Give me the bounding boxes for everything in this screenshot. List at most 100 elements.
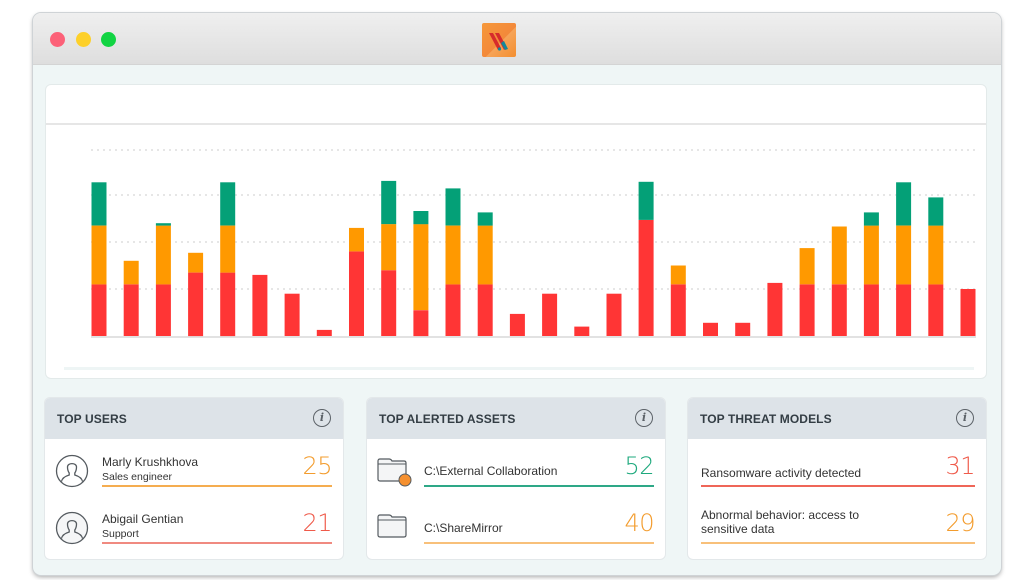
bar-segment-green-5[interactable]: [220, 182, 236, 226]
bar-segment-orange-1[interactable]: [91, 225, 107, 285]
bar-segment-red-7[interactable]: [284, 293, 300, 336]
asset-path[interactable]: C:\ShareMirror: [424, 521, 503, 535]
user-avatar-icon: [55, 511, 89, 545]
bar-segment-orange-13[interactable]: [477, 225, 493, 285]
bar-segment-green-1[interactable]: [91, 182, 107, 226]
bar-segment-red-17[interactable]: [606, 293, 622, 336]
asset-alert-count: 40: [624, 509, 654, 537]
user-row[interactable]: Abigail Gentian Support 21: [45, 504, 343, 556]
bar-segment-red-5[interactable]: [220, 272, 236, 337]
bar-segment-orange-12[interactable]: [445, 225, 461, 285]
bar-segment-red-23[interactable]: [799, 284, 815, 336]
user-row[interactable]: Marly Krushkhova Sales engineer 25: [45, 447, 343, 499]
folder-alert-icon: [377, 458, 412, 487]
user-name[interactable]: Marly Krushkhova: [102, 455, 198, 469]
info-icon[interactable]: i: [313, 409, 331, 427]
bar-segment-red-4[interactable]: [188, 272, 204, 337]
bar-segment-green-10[interactable]: [381, 180, 397, 225]
info-icon[interactable]: i: [956, 409, 974, 427]
bar-segment-red-12[interactable]: [445, 284, 461, 336]
app-window: TOP USERS i Marly Krushkhova Sales engin…: [33, 13, 1001, 575]
row-underline: [424, 542, 654, 544]
bar-segment-red-9[interactable]: [349, 251, 364, 336]
asset-path[interactable]: C:\External Collaboration: [424, 464, 557, 478]
top-alerted-assets-panel: TOP ALERTED ASSETS i C:\External Collabo…: [366, 397, 666, 560]
bar-segment-green-26[interactable]: [896, 182, 912, 226]
asset-row[interactable]: C:\ShareMirror 40: [367, 504, 665, 556]
user-role: Support: [102, 528, 139, 540]
folder-icon: [377, 514, 407, 538]
maximize-window-button[interactable]: [101, 32, 116, 47]
bar-segment-orange-27[interactable]: [928, 225, 944, 285]
panel-header: TOP ALERTED ASSETS i: [367, 398, 665, 439]
row-underline: [701, 485, 975, 487]
asset-row[interactable]: C:\External Collaboration 52: [367, 447, 665, 499]
bar-segment-orange-24[interactable]: [831, 226, 847, 285]
bar-segment-red-13[interactable]: [477, 284, 493, 336]
row-underline: [424, 485, 654, 487]
asset-alert-count: 52: [624, 452, 654, 480]
bar-segment-orange-2[interactable]: [123, 260, 139, 285]
row-underline: [701, 542, 975, 544]
bar-segment-red-8[interactable]: [316, 329, 332, 336]
alerts-stacked-bar-chart: [91, 149, 976, 338]
varonis-logo-icon: [482, 23, 516, 57]
bar-segment-green-13[interactable]: [477, 212, 493, 226]
bar-segment-orange-5[interactable]: [220, 225, 236, 273]
threat-model-name-line-2[interactable]: sensitive data: [701, 522, 774, 536]
bar-segment-red-20[interactable]: [703, 322, 718, 336]
bar-segment-orange-25[interactable]: [863, 225, 879, 285]
bar-segment-red-28[interactable]: [960, 289, 976, 336]
bar-segment-red-18[interactable]: [638, 219, 654, 336]
bar-segment-red-27[interactable]: [928, 284, 944, 336]
bar-segment-red-25[interactable]: [863, 284, 879, 336]
bar-segment-orange-3[interactable]: [155, 225, 171, 285]
user-avatar-icon: [55, 454, 89, 488]
user-alert-count: 21: [302, 509, 332, 537]
bar-segment-orange-11[interactable]: [413, 224, 429, 311]
bar-segment-orange-4[interactable]: [188, 252, 204, 273]
threat-model-row[interactable]: Abnormal behavior: access to sensitive d…: [688, 504, 986, 556]
bar-segment-red-26[interactable]: [896, 284, 912, 336]
threat-model-name-line-1[interactable]: Abnormal behavior: access to: [701, 508, 859, 522]
alerts-chart-card: [45, 84, 987, 379]
bar-segment-red-15[interactable]: [542, 293, 558, 336]
bar-segment-red-6[interactable]: [252, 274, 268, 336]
info-icon[interactable]: i: [635, 409, 653, 427]
bar-segment-red-19[interactable]: [670, 284, 686, 336]
bar-segment-green-27[interactable]: [928, 197, 944, 226]
panel-title: TOP ALERTED ASSETS: [379, 412, 516, 426]
minimize-window-button[interactable]: [76, 32, 91, 47]
bar-segment-red-14[interactable]: [509, 313, 525, 336]
bar-segment-orange-10[interactable]: [381, 224, 397, 271]
threat-model-name[interactable]: Ransomware activity detected: [701, 466, 861, 480]
bar-segment-red-11[interactable]: [413, 310, 429, 337]
threat-model-alert-count: 29: [945, 509, 975, 537]
bar-segment-red-22[interactable]: [767, 282, 783, 336]
bar-segment-orange-19[interactable]: [670, 265, 686, 285]
bar-segment-red-21[interactable]: [735, 322, 751, 336]
bar-segment-orange-26[interactable]: [896, 225, 912, 285]
title-bar: [33, 13, 1001, 65]
bar-segment-green-11[interactable]: [413, 211, 429, 225]
bar-segment-red-1[interactable]: [91, 284, 107, 336]
row-underline: [102, 542, 332, 544]
bar-segment-orange-9[interactable]: [349, 227, 364, 252]
bar-segment-green-25[interactable]: [863, 212, 879, 226]
top-threat-models-panel: TOP THREAT MODELS i Ransomware activity …: [687, 397, 987, 560]
bar-segment-green-12[interactable]: [445, 188, 461, 226]
threat-model-row[interactable]: Ransomware activity detected 31: [688, 447, 986, 499]
bar-segment-red-10[interactable]: [381, 270, 397, 336]
close-window-button[interactable]: [50, 32, 65, 47]
bar-segment-red-3[interactable]: [155, 284, 171, 336]
chart-scroll-strip: [64, 367, 974, 370]
bar-segment-red-16[interactable]: [574, 326, 590, 336]
user-name[interactable]: Abigail Gentian: [102, 512, 183, 526]
row-underline: [102, 485, 332, 487]
bar-segment-red-2[interactable]: [123, 284, 139, 336]
bar-segment-green-3[interactable]: [155, 223, 171, 226]
top-users-panel: TOP USERS i Marly Krushkhova Sales engin…: [44, 397, 344, 560]
bar-segment-red-24[interactable]: [831, 284, 847, 336]
bar-segment-orange-23[interactable]: [799, 248, 815, 285]
bar-segment-green-18[interactable]: [638, 181, 654, 220]
